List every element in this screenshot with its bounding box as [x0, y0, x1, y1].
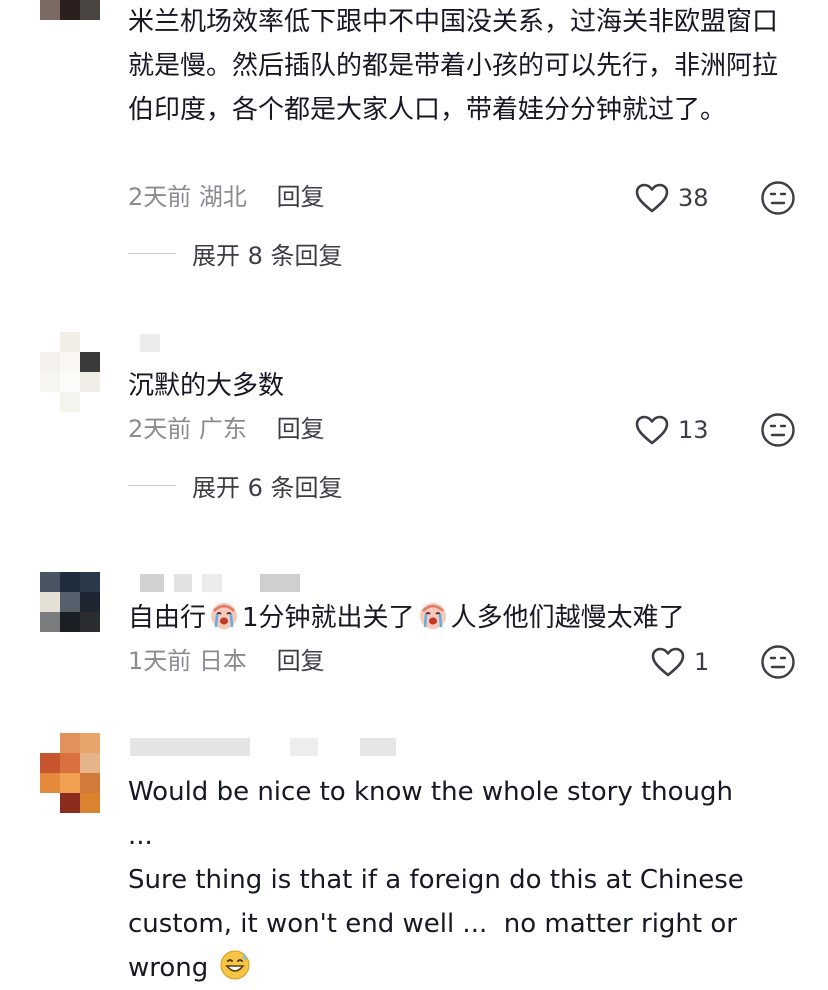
comment-meta: 1天前 日本 回复: [128, 645, 325, 677]
crying-face-emoji: [419, 603, 446, 629]
comment-time: 2天前: [128, 415, 192, 443]
comment-location: 日本: [198, 647, 247, 675]
expand-replies-button[interactable]: 展开 8 条回复: [128, 236, 343, 271]
avatar[interactable]: [40, 332, 100, 412]
divider-line: [128, 253, 176, 254]
expand-replies-button[interactable]: 展开 6 条回复: [128, 468, 343, 503]
comment-text-part: 自由行: [128, 603, 207, 633]
comment-text: 自由行 1分钟就出关了 人多他们越慢太难了: [128, 596, 798, 640]
expand-replies-label: 展开 6 条回复: [192, 474, 343, 502]
avatar[interactable]: [40, 572, 100, 652]
dislike-face-icon[interactable]: [760, 180, 796, 216]
comment-text-part: 人多他们越慢太难了: [450, 603, 685, 633]
comment-time: 2天前: [128, 183, 192, 211]
like-count: 1: [694, 648, 710, 676]
reply-button[interactable]: 回复: [277, 415, 325, 443]
dislike-face-icon[interactable]: [760, 644, 796, 680]
comment-text-part: 1分钟就出关了: [242, 603, 415, 633]
comment-time: 1天前: [128, 647, 192, 675]
divider-line: [128, 485, 176, 486]
comment-text: 沉默的大多数: [128, 371, 285, 401]
like-count: 13: [678, 416, 709, 444]
expand-replies-label: 展开 8 条回复: [192, 242, 343, 270]
heart-outline-icon: [651, 647, 685, 677]
avatar[interactable]: [40, 733, 100, 813]
comment-text: 米兰机场效率低下跟中不中国没关系，过海关非欧盟窗口就是慢。然后插队的都是带着小孩…: [128, 7, 779, 125]
comment-location: 广东: [198, 415, 247, 443]
like-button[interactable]: 1: [650, 646, 709, 678]
avatar[interactable]: [40, 0, 100, 32]
comment-meta: 2天前 广东 回复: [128, 413, 325, 445]
grinning-sweat-emoji: [220, 950, 250, 980]
dislike-face-icon[interactable]: [760, 412, 796, 448]
comment-location: 湖北: [198, 183, 247, 211]
comment-text: Would be nice to know the whole story th…: [128, 770, 768, 990]
heart-outline-icon: [635, 415, 669, 445]
crying-face-emoji: [211, 603, 238, 629]
heart-outline-icon: [635, 183, 669, 213]
like-button[interactable]: 13: [634, 414, 709, 446]
reply-button[interactable]: 回复: [277, 647, 325, 675]
like-count: 38: [678, 184, 709, 212]
reply-button[interactable]: 回复: [277, 183, 325, 211]
like-button[interactable]: 38: [634, 182, 709, 214]
comment-meta: 2天前 湖北 回复: [128, 181, 325, 213]
